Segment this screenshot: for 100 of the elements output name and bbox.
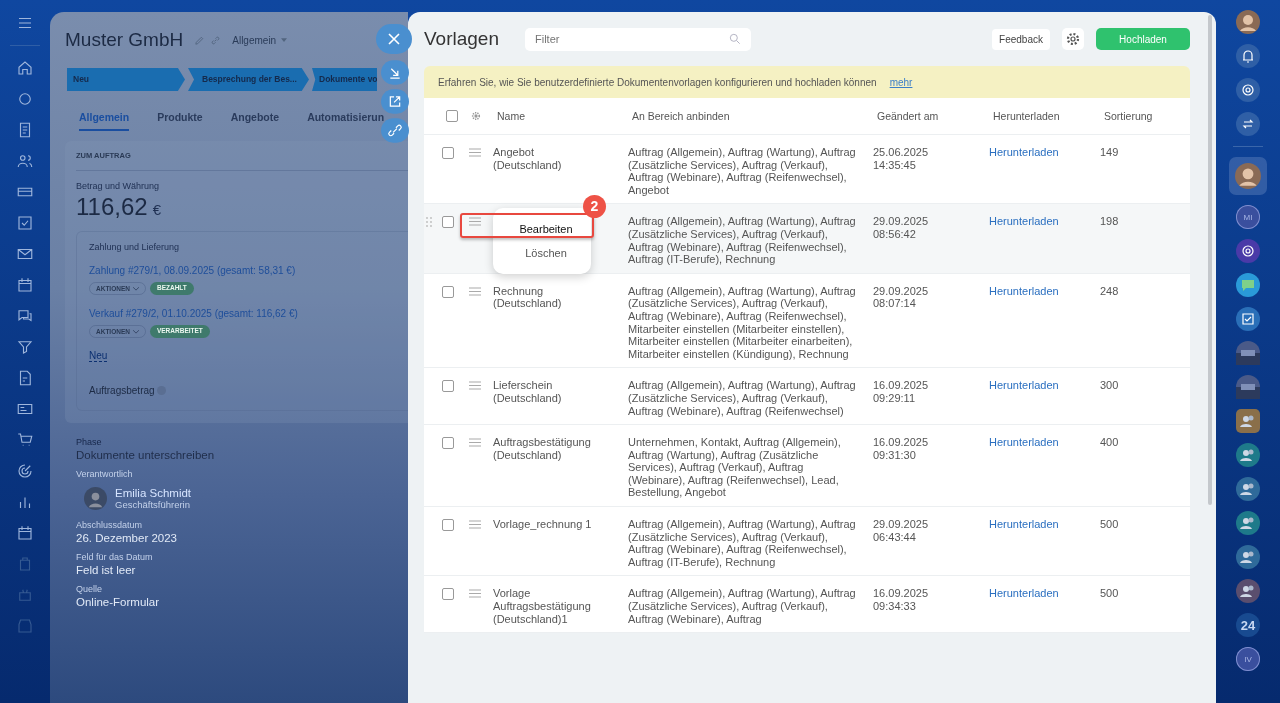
settings-icon[interactable] [470, 110, 482, 122]
select-all-checkbox[interactable] [446, 110, 458, 122]
binding-list: Auftrag (Allgemein), Auftrag (Wartung), Auftrag (Zusätzliche Services), Auftrag (Verkauf), Auftrag (Webinare), Auftrag (Reifenwechsel), Angebot [628, 146, 873, 197]
people-icon[interactable] [16, 152, 34, 170]
sort-number: 300 [1100, 379, 1119, 392]
amount-value: 116,62 [76, 193, 148, 221]
download-link[interactable]: Herunterladen [989, 146, 1059, 158]
modified-date: 25.06.2025 [873, 146, 930, 159]
template-name: Auftragsbestätigung (Deutschland) [493, 436, 591, 461]
calendar-icon[interactable] [16, 524, 34, 542]
info-text: Erfahren Sie, wie Sie benutzerdefinierte Dokumentenvorlagen konfigurieren und hochladen können [438, 76, 877, 88]
column-header[interactable]: Herunterladen [993, 110, 1104, 122]
sort-number: 248 [1100, 284, 1119, 297]
sort-number: 149 [1100, 146, 1119, 158]
tab[interactable]: Produkte [157, 111, 203, 129]
download-link[interactable]: Herunterladen [989, 379, 1059, 392]
download-link[interactable]: Herunterladen [989, 284, 1059, 297]
target-icon[interactable] [16, 462, 34, 480]
chat-badge[interactable]: 24 [1236, 613, 1260, 637]
template-name: Vorlage_rechnung 1 [493, 518, 592, 531]
group-icon[interactable] [1236, 579, 1260, 603]
field-label: Feld für das Datum [76, 552, 154, 562]
binding-list: Unternehmen, Kontakt, Auftrag (Allgemein), Auftrag (Wartung), Auftrag (Zusätzliche Services), Auftrag (Verkauf), Auftrag (Webinare), Auftrag (Reifenwechsel), Lead, Bestellung, Angebot [628, 436, 873, 500]
modified-date: 29.09.2025 [873, 284, 930, 298]
row-checkbox[interactable] [442, 437, 454, 450]
avatar[interactable] [1236, 10, 1260, 34]
chat-icon[interactable] [1236, 273, 1260, 297]
cart-icon[interactable] [16, 431, 34, 449]
group-icon[interactable] [1236, 511, 1260, 535]
person-role: Geschäftsführerin [115, 499, 191, 510]
checkbox-icon[interactable] [1236, 307, 1260, 331]
binding-list: Auftrag (Allgemein), Auftrag (Wartung), Auftrag (Zusätzliche Services), Auftrag (Verkauf), Auftrag (Webinare), Auftrag [628, 587, 873, 626]
scrollbar[interactable] [1208, 15, 1212, 505]
template-name: Lieferschein (Deutschland) [493, 379, 562, 404]
more-link[interactable]: mehr [889, 76, 913, 88]
new-link[interactable]: Neu [89, 350, 108, 362]
row-checkbox[interactable] [442, 147, 454, 159]
row-menu-icon[interactable] [469, 438, 481, 448]
chat-badge[interactable]: MI [1236, 205, 1260, 229]
stage-step[interactable]: Neu [67, 68, 185, 91]
deal-title: Muster GmbH [65, 29, 184, 51]
drag-handle-icon[interactable] [426, 216, 432, 229]
field-label: Verantwortlich [76, 469, 134, 479]
feedback-button[interactable]: Feedback [992, 28, 1050, 50]
download-link[interactable]: Herunterladen [989, 518, 1059, 531]
column-header[interactable]: Geändert am [877, 110, 993, 122]
tab[interactable]: Angebote [230, 111, 280, 129]
row-menu-icon[interactable] [469, 217, 481, 227]
stage-step[interactable]: Dokumente vo [312, 68, 377, 91]
column-header[interactable]: Sortierung [1104, 110, 1190, 122]
row-checkbox[interactable] [442, 588, 454, 601]
download-link[interactable]: Herunterladen [989, 436, 1059, 449]
row-checkbox[interactable] [442, 216, 454, 229]
panel-title: Vorlagen [424, 28, 499, 50]
column-header[interactable]: Name [497, 110, 632, 122]
group-icon[interactable] [1236, 545, 1260, 569]
column-header[interactable]: An Bereich anbinden [632, 110, 877, 122]
template-name: Rechnung (Deutschland) [493, 284, 562, 310]
chat-badge[interactable]: IV [1236, 647, 1260, 671]
calendar-icon[interactable] [16, 276, 34, 294]
menu-item[interactable]: Löschen [517, 247, 567, 260]
download-link[interactable]: Herunterladen [989, 587, 1059, 600]
row-checkbox[interactable] [442, 380, 454, 393]
settings-button[interactable] [1062, 28, 1084, 50]
chevron-icon[interactable] [132, 287, 139, 291]
avatar [84, 487, 107, 510]
tab[interactable]: Automatisierun [307, 111, 385, 129]
sort-number: 500 [1100, 587, 1119, 600]
home-icon[interactable] [16, 59, 34, 77]
stage-step[interactable]: Besprechung der Bes... [188, 68, 309, 91]
row-menu-icon[interactable] [469, 381, 481, 391]
avatar[interactable] [1229, 157, 1267, 195]
swap-icon[interactable] [1236, 112, 1260, 136]
spiral-icon[interactable] [1236, 78, 1260, 102]
filter-field[interactable]: Filter [525, 27, 751, 51]
download-link[interactable]: Herunterladen [989, 215, 1059, 228]
chat-icon[interactable] [16, 307, 34, 325]
group-icon[interactable] [1236, 443, 1260, 467]
checkbox-icon[interactable] [16, 214, 34, 232]
row-menu-icon[interactable] [469, 286, 481, 296]
modified-date: 16.09.2025 [873, 379, 930, 392]
panel-title: Zahlung und Lieferung [89, 242, 181, 252]
row-checkbox[interactable] [442, 519, 454, 532]
spiral-icon[interactable] [1236, 239, 1260, 263]
row-menu-icon[interactable] [469, 148, 481, 157]
group-icon[interactable] [1236, 409, 1260, 433]
modified-time: 14:35:45 [873, 158, 917, 172]
binding-list: Auftrag (Allgemein), Auftrag (Wartung), Auftrag (Zusätzliche Services), Auftrag (Verkauf), Auftrag (Webinare), Auftrag (Reifenwechsel) [628, 379, 873, 418]
row-checkbox[interactable] [442, 285, 454, 298]
group-icon[interactable] [1236, 477, 1260, 501]
sort-number: 500 [1100, 518, 1119, 531]
category-dropdown[interactable]: Allgemein [232, 34, 277, 46]
funnel-icon[interactable] [16, 338, 34, 356]
menu-item[interactable]: Bearbeiten [511, 222, 573, 236]
modified-date: 29.09.2025 [873, 215, 930, 228]
row-menu-icon[interactable] [469, 589, 481, 599]
chevron-icon[interactable] [132, 330, 139, 334]
person-name[interactable]: Emilia Schmidt [115, 487, 192, 499]
bell-icon[interactable] [1236, 44, 1260, 68]
row-menu-icon[interactable] [469, 520, 481, 530]
